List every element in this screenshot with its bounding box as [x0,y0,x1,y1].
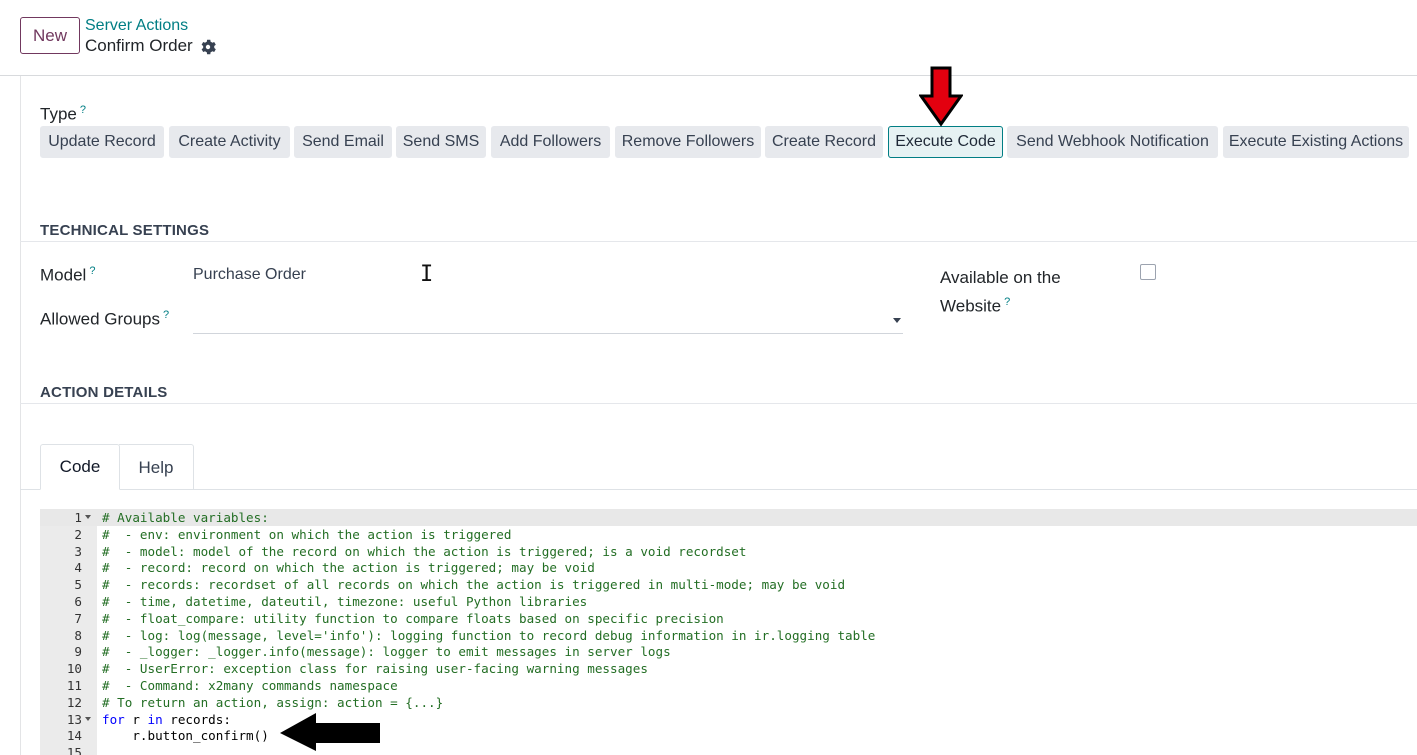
line-number: 12 [66,694,82,710]
model-label-text: Model [40,265,87,285]
code-line[interactable]: 11 # - Command: x2many commands namespace [40,677,1417,694]
code-editor[interactable]: 1 # Available variables: 2 # - env: environ… [40,509,1417,755]
type-option-send-email[interactable]: Send Email [294,126,392,158]
type-option-execute-existing[interactable]: Execute Existing Actions [1223,126,1409,158]
type-label: Type? [40,104,86,125]
code-line[interactable]: 5 # - records: recordset of all records o… [40,576,1417,593]
type-option-update-record[interactable]: Update Record [40,126,164,158]
red-annotation-arrow-icon [919,66,963,127]
code-line[interactable]: 9 # - _logger: _logger.info(message): log… [40,643,1417,660]
sheet-border [20,76,21,755]
allowed-groups-help-icon[interactable]: ? [163,309,169,321]
line-number: 4 [74,560,82,576]
code-text: r.button_confirm() [102,728,269,744]
allowed-groups-input[interactable] [193,312,883,332]
code-text: # - float_compare: utility function to c… [102,610,724,626]
type-option-send-webhook[interactable]: Send Webhook Notification [1007,126,1218,158]
line-number: 2 [74,526,82,542]
code-text: for r in records: [102,711,231,727]
fold-toggle-icon[interactable] [85,716,91,721]
control-panel: New Server Actions Confirm Order [0,0,1417,76]
allowed-groups-label-text: Allowed Groups [40,309,161,329]
code-line[interactable]: 10 # - UserError: exception class for rai… [40,660,1417,677]
code-text: # - _logger: _logger.info(message): logg… [102,644,671,660]
code-line[interactable]: 13 for r in records: [40,711,1417,728]
line-number: 5 [74,577,82,593]
type-option-execute-code[interactable]: Execute Code [888,126,1003,158]
code-line[interactable]: 8 # - log: log(message, level='info'): lo… [40,627,1417,644]
line-number: 15 [66,745,82,755]
type-option-create-record[interactable]: Create Record [765,126,883,158]
code-text: # - UserError: exception class for raisi… [102,661,648,677]
website-label: Available on the Website? [940,265,1061,319]
code-text: # - Command: x2many commands namespace [102,678,398,693]
model-help-icon[interactable]: ? [89,265,95,277]
gear-icon[interactable] [200,39,216,55]
line-number: 11 [66,678,82,693]
line-number: 9 [74,644,82,660]
fold-toggle-icon[interactable] [85,515,91,519]
line-number: 7 [74,610,82,626]
type-option-create-activity[interactable]: Create Activity [169,126,290,158]
code-text: # Available variables: [102,510,269,525]
code-line[interactable]: 15 [40,744,1417,755]
tab-help[interactable]: Help [119,444,194,490]
line-number: 13 [66,711,82,727]
technical-settings-heading: TECHNICAL SETTINGS [40,222,210,239]
chevron-down-icon[interactable] [893,318,901,323]
model-label: Model? [40,265,95,286]
code-line[interactable]: 3 # - model: model of the record on which… [40,543,1417,560]
code-text: # To return an action, assign: action = … [102,694,444,710]
code-line[interactable]: 12 # To return an action, assign: action … [40,694,1417,711]
line-number: 8 [74,627,82,643]
allowed-groups-underline [193,333,903,334]
code-line[interactable]: 14 r.button_confirm() [40,727,1417,744]
tab-code[interactable]: Code [40,444,120,490]
action-details-divider [20,403,1417,404]
website-checkbox[interactable] [1140,264,1156,280]
code-line[interactable]: 7 # - float_compare: utility function to … [40,610,1417,627]
model-value: Purchase Order [193,266,306,283]
code-text: # - time, datetime, dateutil, timezone: … [102,594,588,609]
text-cursor-icon: I [420,262,434,287]
code-line[interactable]: 4 # - record: record on which the action … [40,559,1417,576]
type-option-add-followers[interactable]: Add Followers [491,126,610,158]
type-label-text: Type [40,104,77,124]
technical-settings-divider [20,241,1417,242]
website-label-line1: Available on the [940,268,1061,287]
tabs-baseline [20,489,1417,490]
black-annotation-arrow-icon [280,713,380,751]
allowed-groups-label: Allowed Groups? [40,309,169,330]
code-text: # - model: model of the record on which … [102,543,747,559]
code-text: # - records: recordset of all records on… [102,577,846,593]
type-option-remove-followers[interactable]: Remove Followers [615,126,761,158]
website-help-icon[interactable]: ? [1004,296,1010,308]
line-number: 6 [74,594,82,609]
code-line[interactable]: 2 # - env: environment on which the actio… [40,526,1417,543]
code-line[interactable]: 6 # - time, datetime, dateutil, timezone:… [40,593,1417,610]
website-label-line2: Website [940,296,1002,316]
code-text: # - log: log(message, level='info'): log… [102,627,876,643]
line-number: 1 [74,510,82,525]
breadcrumb-server-actions[interactable]: Server Actions [85,16,188,36]
type-option-send-sms[interactable]: Send SMS [396,126,486,158]
line-number: 10 [66,661,82,677]
code-line[interactable]: 1 # Available variables: [40,509,1417,526]
code-text: # - record: record on which the action i… [102,560,595,576]
record-title: Confirm Order [85,36,193,55]
action-details-heading: ACTION DETAILS [40,384,168,401]
line-number: 3 [74,543,82,559]
line-number: 14 [66,728,82,744]
code-text: # - env: environment on which the action… [102,526,512,542]
new-button[interactable]: New [20,17,80,54]
type-help-icon[interactable]: ? [80,104,86,116]
